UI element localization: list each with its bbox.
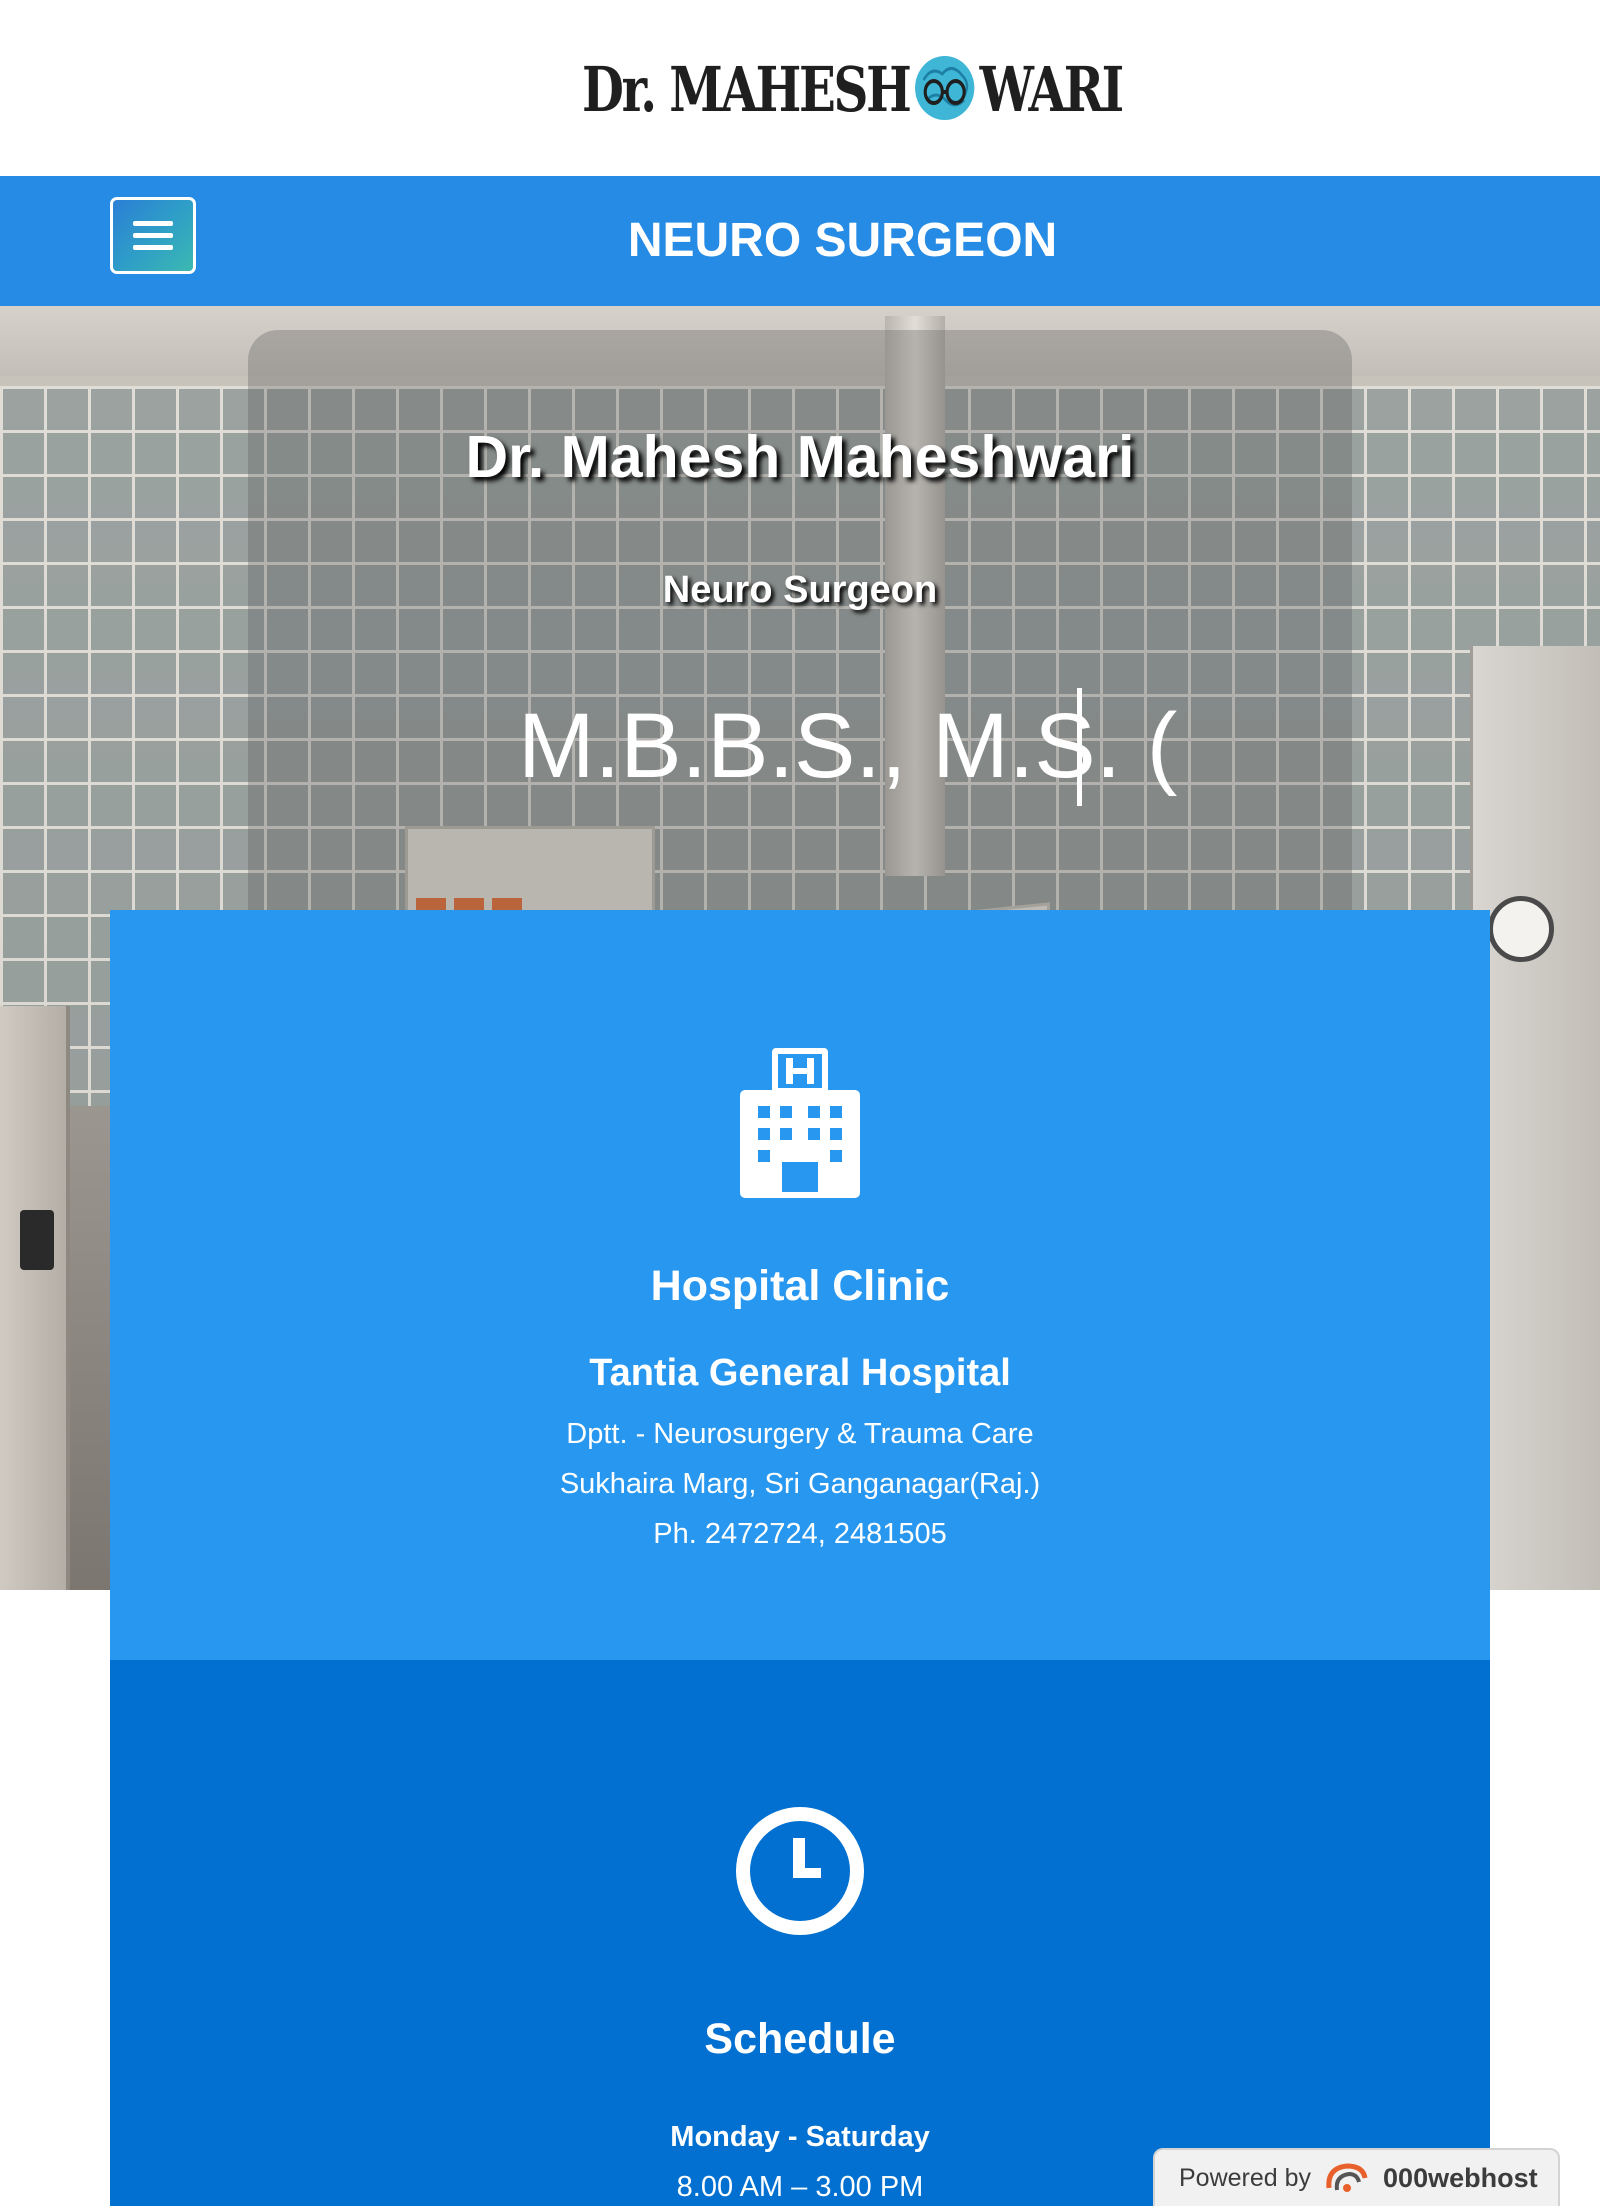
powered-by-label: Powered by — [1179, 2163, 1312, 2192]
schedule-heading: Schedule — [704, 2015, 896, 2063]
000webhost-logo-icon — [1326, 2163, 1368, 2192]
hospital-address: Sukhaira Marg, Sri Ganganagar(Raj.) — [559, 1468, 1041, 1500]
hero-background-door — [0, 1006, 70, 1590]
clock-icon — [736, 1807, 864, 1935]
logo-header: Dr. MAHESH WARI — [0, 0, 1600, 176]
hospital-department: Dptt. - Neurosurgery & Trauma Care — [566, 1418, 1034, 1450]
powered-by-badge[interactable]: Powered by 000webhost — [1153, 2148, 1560, 2206]
brain-glasses-icon — [914, 56, 975, 120]
hospital-name: Tantia General Hospital — [589, 1352, 1011, 1394]
hospital-clinic-heading: Hospital Clinic — [650, 1262, 950, 1310]
logo-text: Dr. MAHESH WARI — [582, 52, 1125, 126]
wall-clock-icon — [1488, 896, 1554, 962]
top-navbar: NEURO SURGEON — [0, 176, 1600, 306]
doctor-role: Neuro Surgeon — [662, 569, 938, 611]
typing-cursor — [1077, 688, 1082, 806]
powered-by-brand: 000webhost — [1383, 2162, 1538, 2193]
doctor-name: Dr. Mahesh Maheshwari — [465, 424, 1135, 490]
hospital-icon — [740, 1048, 860, 1198]
logo-text-before: Dr. MAHESH — [582, 52, 912, 126]
hospital-clinic-card: Hospital Clinic Tantia General Hospital … — [110, 910, 1490, 1660]
nav-title: NEURO SURGEON — [627, 214, 1058, 267]
hospital-phone: Ph. 2472724, 2481505 — [653, 1518, 947, 1550]
door-handle-icon — [20, 1210, 54, 1270]
site-logo[interactable]: Dr. MAHESH WARI — [582, 50, 1124, 128]
logo-text-after: WARI — [979, 52, 1125, 126]
schedule-card: Schedule Monday - Saturday 8.00 AM – 3.0… — [110, 1660, 1490, 2206]
